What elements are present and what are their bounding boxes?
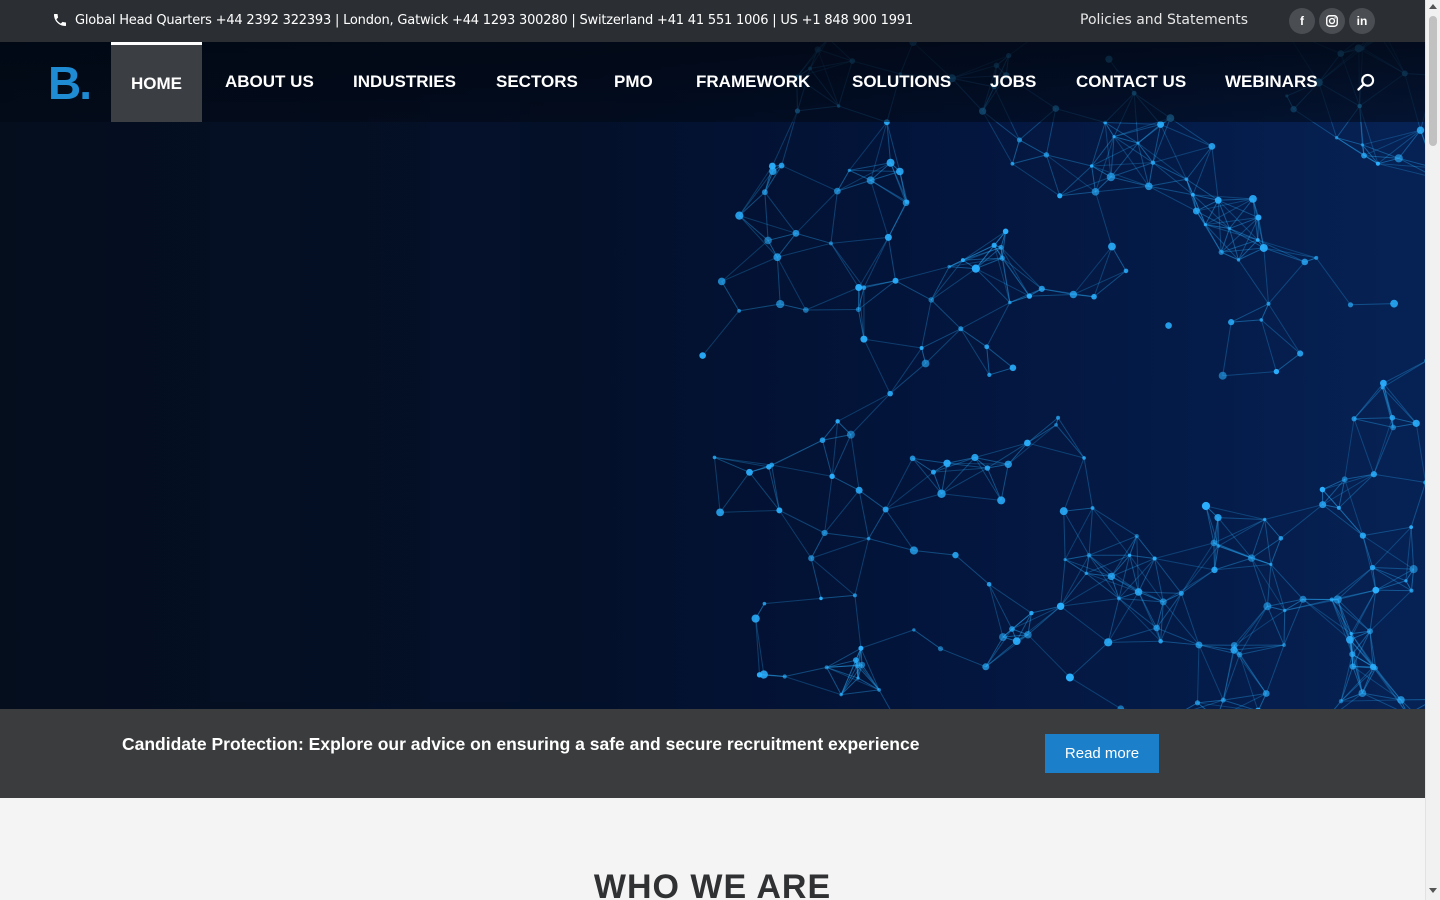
facebook-icon[interactable]: f <box>1289 8 1315 34</box>
nav-item-sectors[interactable]: SECTORS <box>496 42 578 122</box>
contact-numbers: Global Head Quarters +44 2392 322393 | L… <box>75 13 913 28</box>
announcement-band: Candidate Protection: Explore our advice… <box>0 709 1425 798</box>
main-navigation: B. HOME ABOUT US INDUSTRIES SECTORS PMO … <box>0 42 1425 122</box>
linkedin-icon[interactable]: in <box>1349 8 1375 34</box>
page: Global Head Quarters +44 2392 322393 | L… <box>0 0 1425 900</box>
hero-banner <box>0 42 1425 709</box>
instagram-glyph <box>1326 15 1338 27</box>
candidate-protection-message: Candidate Protection: Explore our advice… <box>122 734 920 754</box>
nav-item-home[interactable]: HOME <box>111 42 202 122</box>
nav-item-pmo[interactable]: PMO <box>614 42 653 122</box>
policies-link[interactable]: Policies and Statements <box>1080 12 1248 28</box>
nav-item-solutions[interactable]: SOLUTIONS <box>852 42 951 122</box>
page-scrollbar[interactable] <box>1425 0 1440 900</box>
read-more-button[interactable]: Read more <box>1045 734 1159 773</box>
nav-item-jobs[interactable]: JOBS <box>990 42 1036 122</box>
nav-item-industries[interactable]: INDUSTRIES <box>353 42 456 122</box>
nav-item-contact-us[interactable]: CONTACT US <box>1076 42 1186 122</box>
nav-item-webinars[interactable]: WEBINARS <box>1225 42 1318 122</box>
search-icon[interactable] <box>1356 72 1376 92</box>
scroll-up-arrow-icon[interactable] <box>1429 4 1437 9</box>
nav-item-framework[interactable]: FRAMEWORK <box>696 42 810 122</box>
scroll-down-arrow-icon[interactable] <box>1429 888 1437 893</box>
network-graphic <box>699 42 1425 709</box>
scrollbar-thumb[interactable] <box>1429 16 1437 146</box>
who-we-are-heading: WHO WE ARE <box>593 868 832 900</box>
instagram-icon[interactable] <box>1319 8 1345 34</box>
logo[interactable]: B. <box>48 60 92 106</box>
top-bar: Global Head Quarters +44 2392 322393 | L… <box>0 0 1425 42</box>
phone-icon <box>54 14 66 26</box>
nav-item-about-us[interactable]: ABOUT US <box>225 42 314 122</box>
network-lines <box>702 42 1425 709</box>
